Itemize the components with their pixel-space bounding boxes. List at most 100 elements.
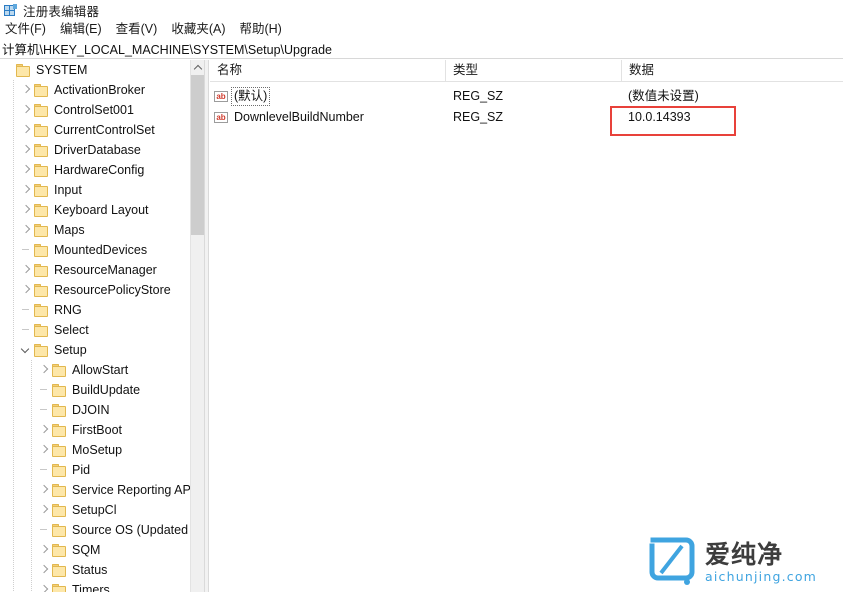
value-name-cell: ab (默认): [214, 86, 271, 107]
tree-node-resourcemanager[interactable]: ResourceManager: [0, 260, 203, 280]
menu-bar: 文件(F) 编辑(E) 查看(V) 收藏夹(A) 帮助(H): [0, 20, 843, 39]
chevron-right-icon[interactable]: [36, 440, 52, 460]
scroll-up-arrow-icon[interactable]: [191, 60, 204, 75]
tree-node-mounteddevices[interactable]: MountedDevices: [0, 240, 203, 260]
tree-node-label: Pid: [72, 463, 91, 477]
tree-node-label: ActivationBroker: [54, 83, 146, 97]
registry-tree: SYSTEM ActivationBroker ControlSet001 Curre…: [0, 60, 203, 592]
tree-node-setup[interactable]: Setup: [0, 340, 203, 360]
tree-node-mosetup[interactable]: MoSetup: [0, 440, 203, 460]
watermark-brand: 爱纯净: [705, 540, 784, 569]
chevron-right-icon[interactable]: [36, 540, 52, 560]
tree-node-label: Input: [54, 183, 82, 197]
folder-icon: [52, 383, 67, 397]
chevron-right-icon[interactable]: [18, 100, 34, 120]
chevron-right-icon[interactable]: [36, 580, 52, 592]
tree-node-djoin[interactable]: DJOIN: [0, 400, 203, 420]
menu-favorites[interactable]: 收藏夹(A): [164, 20, 232, 39]
tree-node-system[interactable]: SYSTEM: [0, 60, 203, 80]
table-row[interactable]: ab (默认) REG_SZ (数值未设置): [210, 86, 843, 107]
tree-node-select[interactable]: Select: [0, 320, 203, 340]
tree-node-keyboard-layout[interactable]: Keyboard Layout: [0, 200, 203, 220]
tree-node-timers[interactable]: Timers: [0, 580, 203, 592]
registry-editor-window: 注册表编辑器 文件(F) 编辑(E) 查看(V) 收藏夹(A) 帮助(H) 计算…: [0, 0, 843, 592]
tree-node-buildupdate[interactable]: BuildUpdate: [0, 380, 203, 400]
menu-help[interactable]: 帮助(H): [232, 20, 288, 39]
chevron-down-icon[interactable]: [18, 340, 34, 360]
watermark: 爱纯净 aichunjing.com: [646, 536, 838, 588]
tree-node-allowstart[interactable]: AllowStart: [0, 360, 203, 380]
registry-path: 计算机\HKEY_LOCAL_MACHINE\SYSTEM\Setup\Upgr…: [2, 43, 332, 57]
tree-node-firstboot[interactable]: FirstBoot: [0, 420, 203, 440]
menu-file[interactable]: 文件(F): [0, 20, 53, 39]
tree-node-label: SetupCl: [72, 503, 117, 517]
tree-node-label: SQM: [72, 543, 101, 557]
tree-node-status[interactable]: Status: [0, 560, 203, 580]
tree-node-service-reporting-api[interactable]: Service Reporting API: [0, 480, 203, 500]
tree-node-controlset001[interactable]: ControlSet001: [0, 100, 203, 120]
chevron-down-icon[interactable]: [0, 60, 16, 80]
tree-node-currentcontrolset[interactable]: CurrentControlSet: [0, 120, 203, 140]
chevron-right-icon[interactable]: [18, 280, 34, 300]
tree-node-sqm[interactable]: SQM: [0, 540, 203, 560]
tree-stub-icon: [18, 240, 34, 260]
tree-node-setupcl[interactable]: SetupCl: [0, 500, 203, 520]
folder-icon: [52, 583, 67, 592]
tree-node-input[interactable]: Input: [0, 180, 203, 200]
tree-node-resourcepolicystore[interactable]: ResourcePolicyStore: [0, 280, 203, 300]
tree-node-hardwareconfig[interactable]: HardwareConfig: [0, 160, 203, 180]
column-header-name[interactable]: 名称: [210, 60, 446, 81]
folder-icon: [34, 243, 49, 257]
address-bar[interactable]: 计算机\HKEY_LOCAL_MACHINE\SYSTEM\Setup\Upgr…: [0, 39, 843, 59]
tree-node-rng[interactable]: RNG: [0, 300, 203, 320]
tree-node-activationbroker[interactable]: ActivationBroker: [0, 80, 203, 100]
folder-icon: [16, 63, 31, 77]
chevron-right-icon[interactable]: [18, 160, 34, 180]
tree-node-driverdatabase[interactable]: DriverDatabase: [0, 140, 203, 160]
chevron-right-icon[interactable]: [18, 260, 34, 280]
folder-icon: [34, 143, 49, 157]
chevron-right-icon[interactable]: [18, 200, 34, 220]
chevron-right-icon[interactable]: [18, 220, 34, 240]
tree-node-pid[interactable]: Pid: [0, 460, 203, 480]
chevron-right-icon[interactable]: [18, 120, 34, 140]
chevron-right-icon[interactable]: [18, 80, 34, 100]
tree-stub-icon: [18, 320, 34, 340]
chevron-right-icon[interactable]: [36, 480, 52, 500]
menu-edit[interactable]: 编辑(E): [53, 20, 109, 39]
registry-values-panel[interactable]: 名称 类型 数据 ab (默认) REG_SZ (数值未设置) ab Downl…: [210, 60, 843, 592]
tree-node-label: Service Reporting API: [72, 483, 195, 497]
chevron-right-icon[interactable]: [18, 180, 34, 200]
folder-icon: [52, 403, 67, 417]
folder-icon: [52, 363, 67, 377]
column-header-data[interactable]: 数据: [622, 60, 843, 81]
table-row[interactable]: ab DownlevelBuildNumber REG_SZ 10.0.1439…: [210, 107, 843, 128]
tree-stub-icon: [18, 300, 34, 320]
tree-node-label: Keyboard Layout: [54, 203, 149, 217]
tree-node-source-os-updated-on[interactable]: Source OS (Updated on: [0, 520, 203, 540]
tree-vertical-scrollbar[interactable]: [190, 60, 204, 592]
chevron-right-icon[interactable]: [18, 140, 34, 160]
tree-node-label: Setup: [54, 343, 87, 357]
folder-icon: [34, 283, 49, 297]
tree-node-label: ControlSet001: [54, 103, 134, 117]
column-header-type[interactable]: 类型: [446, 60, 622, 81]
tree-node-maps[interactable]: Maps: [0, 220, 203, 240]
registry-tree-panel[interactable]: SYSTEM ActivationBroker ControlSet001 Curre…: [0, 60, 204, 592]
tree-node-label: AllowStart: [72, 363, 129, 377]
scrollbar-thumb[interactable]: [191, 75, 204, 235]
chevron-right-icon[interactable]: [36, 560, 52, 580]
chevron-right-icon[interactable]: [36, 420, 52, 440]
tree-stub-icon: [36, 380, 52, 400]
value-name: DownlevelBuildNumber: [234, 110, 364, 124]
folder-icon: [52, 563, 67, 577]
chevron-right-icon[interactable]: [36, 500, 52, 520]
folder-icon: [34, 263, 49, 277]
folder-icon: [34, 323, 49, 337]
chevron-right-icon[interactable]: [36, 360, 52, 380]
panel-splitter[interactable]: [204, 60, 209, 592]
scrollbar-track[interactable]: [191, 235, 204, 592]
tree-node-label: DriverDatabase: [54, 143, 141, 157]
folder-icon: [34, 163, 49, 177]
menu-view[interactable]: 查看(V): [109, 20, 165, 39]
